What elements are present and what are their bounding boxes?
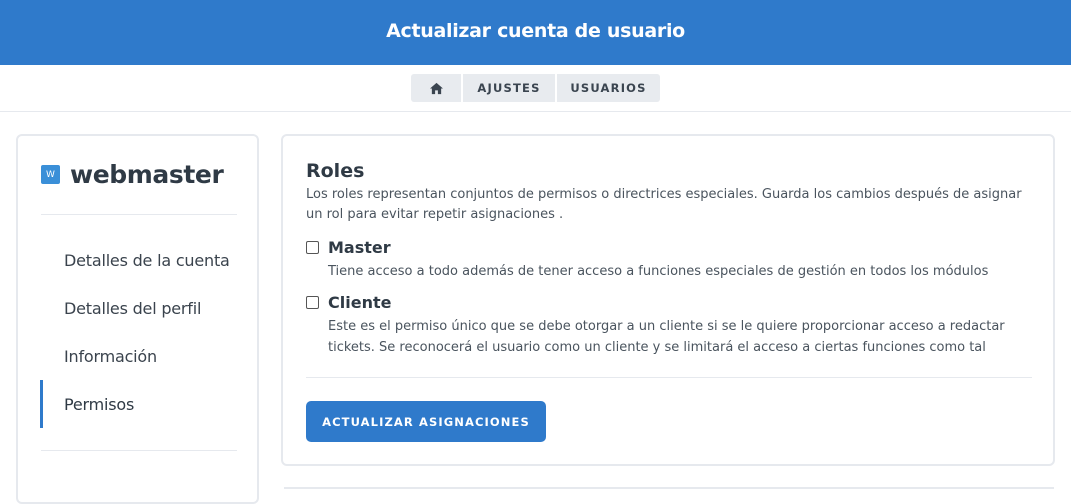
sidebar-item-account-details[interactable]: Detalles de la cuenta (40, 236, 240, 284)
role-master-row: Master (306, 238, 1048, 257)
role-cliente-description: Este es el permiso único que se debe oto… (328, 319, 1005, 355)
breadcrumb-bar: AJUSTES USUARIOS (0, 65, 1071, 112)
sidebar-item-profile-details[interactable]: Detalles del perfil (40, 284, 240, 332)
divider (306, 377, 1032, 378)
roles-panel: Roles Los roles representan conjuntos de… (281, 134, 1055, 466)
sidebar-item-permissions[interactable]: Permisos (40, 380, 240, 428)
username: webmaster (70, 160, 224, 189)
role-master: Master Tiene acceso a todo además de ten… (306, 238, 1048, 282)
role-cliente-checkbox[interactable] (306, 296, 319, 309)
user-badge-icon: W (41, 165, 60, 184)
page-header: Actualizar cuenta de usuario (0, 0, 1071, 65)
sidebar-item-information[interactable]: Información (40, 332, 240, 380)
role-master-description: Tiene acceso a todo además de tener acce… (328, 264, 989, 279)
role-master-name: Master (328, 238, 391, 257)
home-icon (429, 82, 443, 94)
breadcrumb: AJUSTES USUARIOS (411, 74, 660, 102)
breadcrumb-ajustes[interactable]: AJUSTES (463, 74, 555, 102)
role-cliente-name: Cliente (328, 293, 392, 312)
breadcrumb-home[interactable] (411, 74, 461, 102)
sidebar-nav: Detalles de la cuenta Detalles del perfi… (40, 236, 240, 428)
role-master-checkbox[interactable] (306, 241, 319, 254)
breadcrumb-usuarios[interactable]: USUARIOS (557, 74, 660, 102)
user-brand: W webmaster (41, 160, 224, 189)
roles-title: Roles (306, 160, 365, 182)
account-sidebar: W webmaster Detalles de la cuenta Detall… (16, 134, 259, 504)
role-cliente: Cliente Este es el permiso único que se … (306, 293, 1048, 358)
page-title: Actualizar cuenta de usuario (386, 19, 685, 42)
role-cliente-row: Cliente (306, 293, 1048, 312)
divider (41, 214, 237, 215)
update-assignments-button[interactable]: ACTUALIZAR ASIGNACIONES (306, 401, 546, 442)
divider (41, 450, 237, 451)
roles-description: Los roles representan conjuntos de permi… (306, 187, 1022, 222)
